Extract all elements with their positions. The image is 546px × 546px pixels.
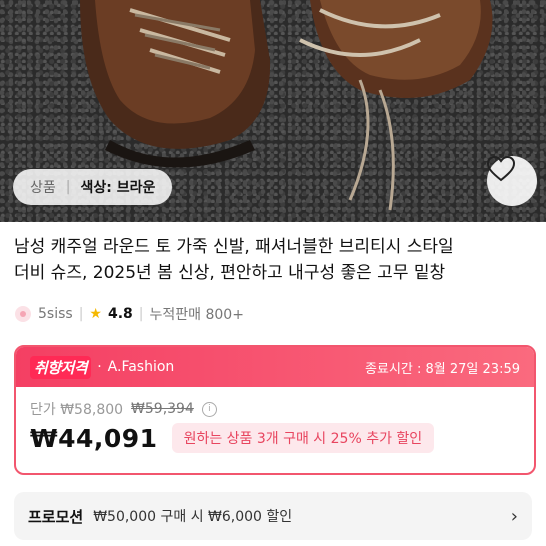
seller-rating: 4.8 bbox=[107, 306, 133, 322]
product-image[interactable]: 상품 | 색상: 브라운 bbox=[0, 0, 546, 222]
seller-info[interactable]: 5siss | ★ 4.8 | 누적판매 800+ bbox=[14, 304, 244, 324]
deal-badge: 취향저격 bbox=[30, 355, 92, 379]
original-price: ₩59,394 bbox=[131, 401, 194, 417]
divider: | bbox=[78, 306, 84, 322]
deal-end-time: 종료시간 : 8월 27일 23:59 bbox=[365, 361, 520, 377]
chevron-right-icon: › bbox=[510, 505, 518, 527]
deal-brand: A.Fashion bbox=[107, 359, 175, 375]
sale-price: ₩44,091 bbox=[30, 423, 158, 453]
attr-label: 상품 bbox=[30, 180, 56, 196]
unit-price-line: 단가 ₩58,800 ₩59,394 i bbox=[30, 399, 520, 419]
attr-separator: | bbox=[65, 179, 71, 195]
deal-header: 취향저격 · A.Fashion 종료시간 : 8월 27일 23:59 bbox=[16, 347, 534, 387]
wishlist-button[interactable] bbox=[487, 156, 537, 206]
title-line: 더비 슈즈, 2025년 봄 신상, 편안하고 내구성 좋은 고무 밑창 bbox=[14, 263, 446, 283]
seller-name[interactable]: 5siss bbox=[38, 306, 73, 322]
dot-separator: · bbox=[97, 359, 102, 375]
title-line: 남성 캐주얼 라운드 토 가죽 신발, 패셔너블한 브리티시 스타일 bbox=[14, 237, 454, 257]
promotion-label: 프로모션 bbox=[28, 507, 84, 526]
store-logo-icon bbox=[15, 306, 31, 322]
deal-card[interactable]: 취향저격 · A.Fashion 종료시간 : 8월 27일 23:59 단가 … bbox=[14, 345, 536, 475]
color-attribute-pill: 상품 | 색상: 브라운 bbox=[13, 169, 173, 205]
promotion-row[interactable]: 프로모션 ₩50,000 구매 시 ₩6,000 할인 › bbox=[14, 492, 532, 540]
heart-icon bbox=[487, 156, 515, 182]
multi-buy-offer: 원하는 상품 3개 구매 시 25% 추가 할인 bbox=[171, 423, 435, 453]
sales-count: 누적판매 800+ bbox=[149, 307, 244, 323]
info-icon[interactable]: i bbox=[201, 401, 217, 417]
product-title: 남성 캐주얼 라운드 토 가죽 신발, 패셔너블한 브리티시 스타일 더비 슈즈… bbox=[14, 234, 534, 286]
divider: | bbox=[138, 306, 144, 322]
unit-price: 단가 ₩58,800 bbox=[30, 402, 124, 418]
promotion-text: ₩50,000 구매 시 ₩6,000 할인 bbox=[93, 509, 293, 525]
attr-value: 색상: 브라운 bbox=[80, 180, 156, 196]
star-icon: ★ bbox=[89, 306, 102, 322]
